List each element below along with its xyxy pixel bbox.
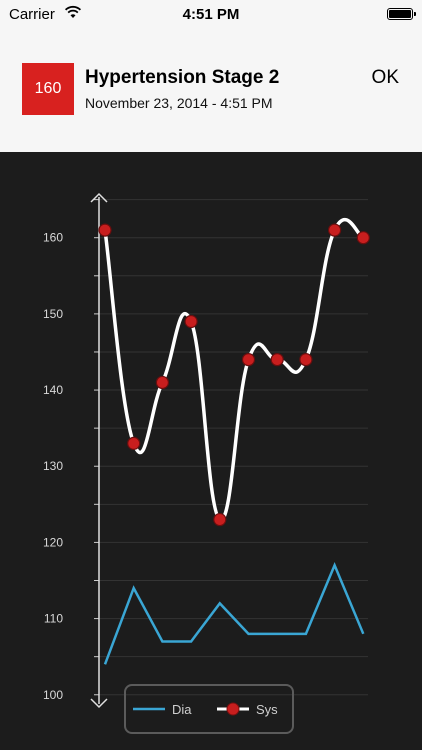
chart-canvas: 100 110 120 130 140 150 160 <box>43 192 370 709</box>
y-tick-label: 130 <box>43 459 63 473</box>
sys-data-point <box>127 436 141 450</box>
status-bar: Carrier 4:51 PM <box>0 0 422 30</box>
y-tick-label: 150 <box>43 307 63 321</box>
blood-pressure-chart: 100 110 120 130 140 150 160 Dia Sys <box>0 152 422 750</box>
y-tick-label: 110 <box>44 612 63 626</box>
reading-category-title: Hypertension Stage 2 <box>85 67 280 88</box>
legend-label-sys: Sys <box>256 701 278 717</box>
y-tick-label: 160 <box>43 231 63 245</box>
sys-series-line <box>103 218 365 522</box>
y-tick-label: 120 <box>43 535 63 549</box>
reading-date: November 23, 2014 - 4:51 PM <box>85 95 273 111</box>
ok-button[interactable]: OK <box>372 67 399 89</box>
status-time: 4:51 PM <box>182 6 240 23</box>
sys-data-point <box>328 223 342 237</box>
y-tick-label: 100 <box>43 688 63 702</box>
sys-data-point <box>184 314 198 329</box>
reading-header: 160 Hypertension Stage 2 November 23, 20… <box>0 30 422 152</box>
dia-line-swatch-icon <box>133 707 165 711</box>
sys-data-point <box>241 352 256 367</box>
battery-icon <box>387 8 416 20</box>
y-tick-label: 140 <box>43 383 63 397</box>
sys-data-point <box>299 352 313 367</box>
sys-data-point <box>98 223 112 237</box>
legend-item-dia: Dia <box>132 686 192 732</box>
sys-data-point <box>356 231 370 245</box>
sys-data-point <box>270 352 284 367</box>
sys-line-swatch-icon <box>217 702 249 716</box>
sys-data-point <box>155 375 169 390</box>
reading-value-badge: 160 <box>22 63 74 115</box>
sys-data-point <box>213 512 227 527</box>
legend-label-dia: Dia <box>172 701 192 717</box>
chart-legend: Dia Sys <box>124 684 294 734</box>
legend-item-sys: Sys <box>216 686 278 732</box>
